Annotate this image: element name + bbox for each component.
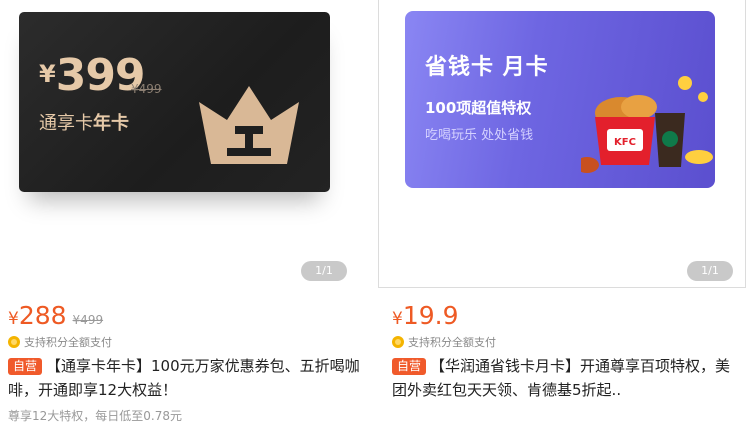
- product-title[interactable]: 自营 【华润通省钱卡月卡】开通尊享百项特权，美团外卖红包天天领、肯德基5折起..: [392, 354, 738, 402]
- coin-icon: [392, 336, 404, 348]
- product-card-monthly[interactable]: 省钱卡 月卡 100项超值特权 吃喝玩乐 处处省钱 KFC 1/1 ¥19.9: [378, 0, 746, 399]
- coin-icon: [8, 336, 20, 348]
- card-original-price: ¥499: [131, 82, 162, 96]
- product-info: ¥19.9 支持积分全额支付 自营 【华润通省钱卡月卡】开通尊享百项特权，美团外卖…: [392, 301, 738, 402]
- card-headline: 100项超值特权: [425, 99, 532, 117]
- points-payment-note: 支持积分全额支付: [392, 333, 738, 351]
- self-operated-badge: 自营: [8, 358, 43, 375]
- crown-logo-icon: [199, 86, 299, 164]
- card-name: 通享卡年卡: [39, 113, 129, 134]
- card-slogan: 吃喝玩乐 处处省钱: [425, 128, 534, 143]
- product-title[interactable]: 自营 【通享卡年卡】100元万家优惠券包、五折喝咖啡，开通即享12大权益！: [8, 354, 362, 402]
- product-price: ¥288 ¥499: [8, 301, 104, 330]
- points-payment-note: 支持积分全额支付: [8, 333, 362, 351]
- product-subtitle: 尊享12大特权，每日低至0.78元: [8, 409, 182, 423]
- annual-card-image: ¥399 ¥499 通享卡年卡: [19, 12, 330, 192]
- carousel-pager: 1/1: [687, 261, 733, 281]
- svg-text:KFC: KFC: [614, 137, 636, 148]
- card-title: 省钱卡 月卡: [425, 55, 549, 80]
- product-image-carousel[interactable]: ¥399 ¥499 通享卡年卡 1/1: [0, 0, 370, 287]
- product-card-annual[interactable]: ¥399 ¥499 通享卡年卡 1/1 ¥288 ¥499 支持积分全额支付 自营…: [0, 0, 370, 423]
- food-promo-icon: KFC: [581, 76, 713, 173]
- self-operated-badge: 自营: [392, 358, 427, 375]
- carousel-pager: 1/1: [301, 261, 347, 281]
- product-info: ¥288 ¥499 支持积分全额支付 自营 【通享卡年卡】100元万家优惠券包、五折…: [8, 301, 362, 424]
- product-price: ¥19.9: [392, 301, 459, 330]
- product-image-carousel[interactable]: 省钱卡 月卡 100项超值特权 吃喝玩乐 处处省钱 KFC 1/1: [378, 0, 746, 288]
- original-price: ¥499: [72, 313, 104, 327]
- card-price: ¥399: [39, 50, 146, 101]
- monthly-card-image: 省钱卡 月卡 100项超值特权 吃喝玩乐 处处省钱 KFC: [405, 11, 715, 188]
